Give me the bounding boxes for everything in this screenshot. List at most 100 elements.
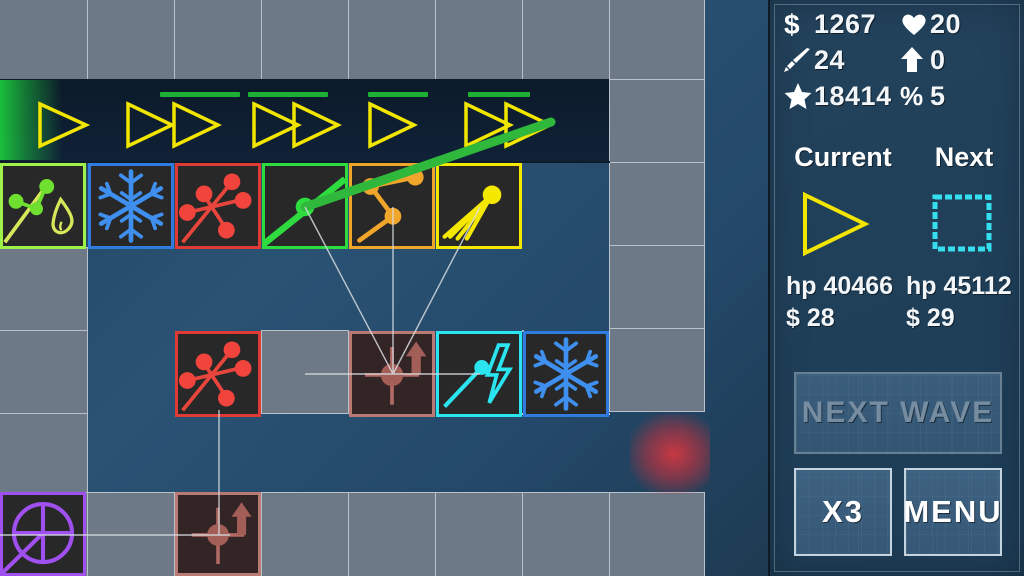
tower-radar-purple[interactable] bbox=[0, 492, 86, 576]
poison-tower-icon bbox=[3, 179, 74, 244]
percent-glyph: % bbox=[900, 81, 924, 111]
enemy-health-bar bbox=[468, 92, 530, 97]
terrain-block bbox=[87, 0, 175, 80]
stat-bonus-value: 5 bbox=[930, 80, 946, 111]
current-cost: $ 28 bbox=[786, 304, 835, 332]
stat-money: $ 1267 bbox=[784, 9, 900, 40]
splash-tower-icon bbox=[178, 173, 252, 244]
board-inner bbox=[0, 0, 768, 576]
multishot-tower-icon bbox=[442, 185, 502, 241]
stat-wave-value: 24 bbox=[814, 44, 846, 75]
terrain-block bbox=[0, 0, 88, 80]
enemy-health-bar bbox=[160, 92, 240, 97]
terrain-block bbox=[174, 0, 262, 80]
tower-sniper-ghost[interactable] bbox=[349, 331, 435, 417]
current-enemy-preview bbox=[770, 188, 898, 260]
sniper-upgrade-icon bbox=[365, 341, 427, 405]
stat-lives-value: 20 bbox=[930, 8, 962, 39]
enemy-unit[interactable] bbox=[366, 100, 418, 150]
tower-poison[interactable] bbox=[0, 163, 86, 249]
splash-tower-icon bbox=[178, 341, 252, 412]
svg-text:$: $ bbox=[784, 10, 800, 38]
star-icon bbox=[784, 83, 814, 109]
stats-panel: $ 1267 20 24 0 18414 % 5 bbox=[784, 6, 1016, 114]
terrain-block bbox=[609, 328, 705, 412]
terrain-block bbox=[261, 492, 349, 576]
tower-chain-orange[interactable] bbox=[349, 163, 435, 249]
heart-icon bbox=[900, 12, 930, 36]
menu-button[interactable]: MENU bbox=[903, 468, 1002, 556]
tower-splash-red-2[interactable] bbox=[175, 331, 261, 417]
tower-laser-green[interactable] bbox=[262, 163, 348, 249]
sword-icon bbox=[784, 48, 814, 72]
terrain-block bbox=[348, 0, 436, 80]
wave-cost-row: $ 28 $ 29 bbox=[770, 302, 1024, 334]
tower-tesla-cyan[interactable] bbox=[436, 331, 522, 417]
tower-frost-1[interactable] bbox=[88, 163, 174, 249]
wave-hp-row: hp 40466 hp 45112 bbox=[770, 270, 1024, 302]
tower-splash-red-1[interactable] bbox=[175, 163, 261, 249]
enemy-unit[interactable] bbox=[124, 100, 176, 150]
stat-score-value: 18414 bbox=[814, 80, 892, 111]
next-cost: $ 29 bbox=[906, 304, 955, 332]
enemy-unit[interactable] bbox=[170, 100, 222, 150]
tower-sniper-ghost-2[interactable] bbox=[175, 492, 261, 576]
next-wave-button[interactable]: NEXT WAVE bbox=[794, 372, 1002, 454]
tower-multi-yellow[interactable] bbox=[436, 163, 522, 249]
stat-upgrades: 0 bbox=[900, 45, 1016, 76]
stat-bonus: % 5 bbox=[900, 81, 1016, 112]
terrain-block bbox=[0, 330, 88, 414]
triangle-enemy-icon bbox=[803, 191, 870, 257]
enemy-health-bar bbox=[248, 92, 328, 97]
terrain-block bbox=[0, 413, 88, 493]
tower-frost-2[interactable] bbox=[523, 331, 609, 417]
terrain-block bbox=[348, 492, 436, 576]
enemy-unit[interactable] bbox=[36, 100, 90, 150]
terrain-block bbox=[609, 245, 705, 329]
next-enemy-preview bbox=[898, 188, 1024, 260]
terrain-block bbox=[522, 492, 610, 576]
tesla-tower-icon bbox=[443, 343, 514, 408]
sidebar-hud: $ 1267 20 24 0 18414 % 5 Current Next hp… bbox=[768, 0, 1024, 576]
enemy-unit[interactable] bbox=[502, 100, 554, 150]
current-wave-label: Current bbox=[794, 142, 892, 172]
square-enemy-icon bbox=[932, 194, 992, 252]
enemy-unit[interactable] bbox=[290, 100, 342, 150]
wave-stats: hp 40466 hp 45112 $ 28 $ 29 bbox=[770, 270, 1024, 334]
stats-row: $ 1267 20 bbox=[784, 6, 1016, 42]
terrain-block bbox=[609, 162, 705, 246]
terrain-block bbox=[435, 0, 523, 80]
percent-icon: % bbox=[900, 83, 930, 109]
terrain-block bbox=[261, 0, 349, 80]
terrain-block bbox=[609, 79, 705, 163]
wave-headers: Current Next bbox=[770, 142, 1024, 173]
stat-wave: 24 bbox=[784, 45, 900, 76]
stats-row: 24 0 bbox=[784, 42, 1016, 78]
radar-tower-icon bbox=[3, 502, 75, 573]
chain-tower-icon bbox=[357, 168, 424, 243]
frost-tower-icon bbox=[533, 337, 599, 411]
stat-lives: 20 bbox=[900, 9, 1016, 40]
current-hp: hp 40466 bbox=[786, 272, 894, 300]
stat-money-value: 1267 bbox=[814, 8, 877, 39]
enemy-health-bar bbox=[368, 92, 428, 97]
game-screen: $ 1267 20 24 0 18414 % 5 Current Next hp… bbox=[0, 0, 1024, 576]
speed-button[interactable]: X3 bbox=[794, 468, 892, 556]
terrain-block bbox=[522, 0, 610, 80]
arrow-up-icon bbox=[900, 47, 930, 73]
stat-upgrades-value: 0 bbox=[930, 44, 946, 75]
frost-tower-icon bbox=[98, 169, 164, 243]
next-hp: hp 45112 bbox=[906, 272, 1012, 300]
game-board[interactable] bbox=[0, 0, 768, 576]
sniper-upgrade-icon bbox=[191, 502, 252, 564]
terrain-block bbox=[435, 492, 523, 576]
terrain-block bbox=[261, 330, 349, 414]
laser-tower-icon bbox=[265, 176, 345, 246]
wave-preview-icons bbox=[770, 188, 1024, 260]
stats-row: 18414 % 5 bbox=[784, 78, 1016, 114]
terrain-block bbox=[87, 492, 175, 576]
next-wave-label: Next bbox=[934, 142, 994, 172]
terrain-block bbox=[609, 0, 705, 80]
terrain-block bbox=[0, 247, 88, 331]
money-icon: $ bbox=[784, 10, 814, 38]
